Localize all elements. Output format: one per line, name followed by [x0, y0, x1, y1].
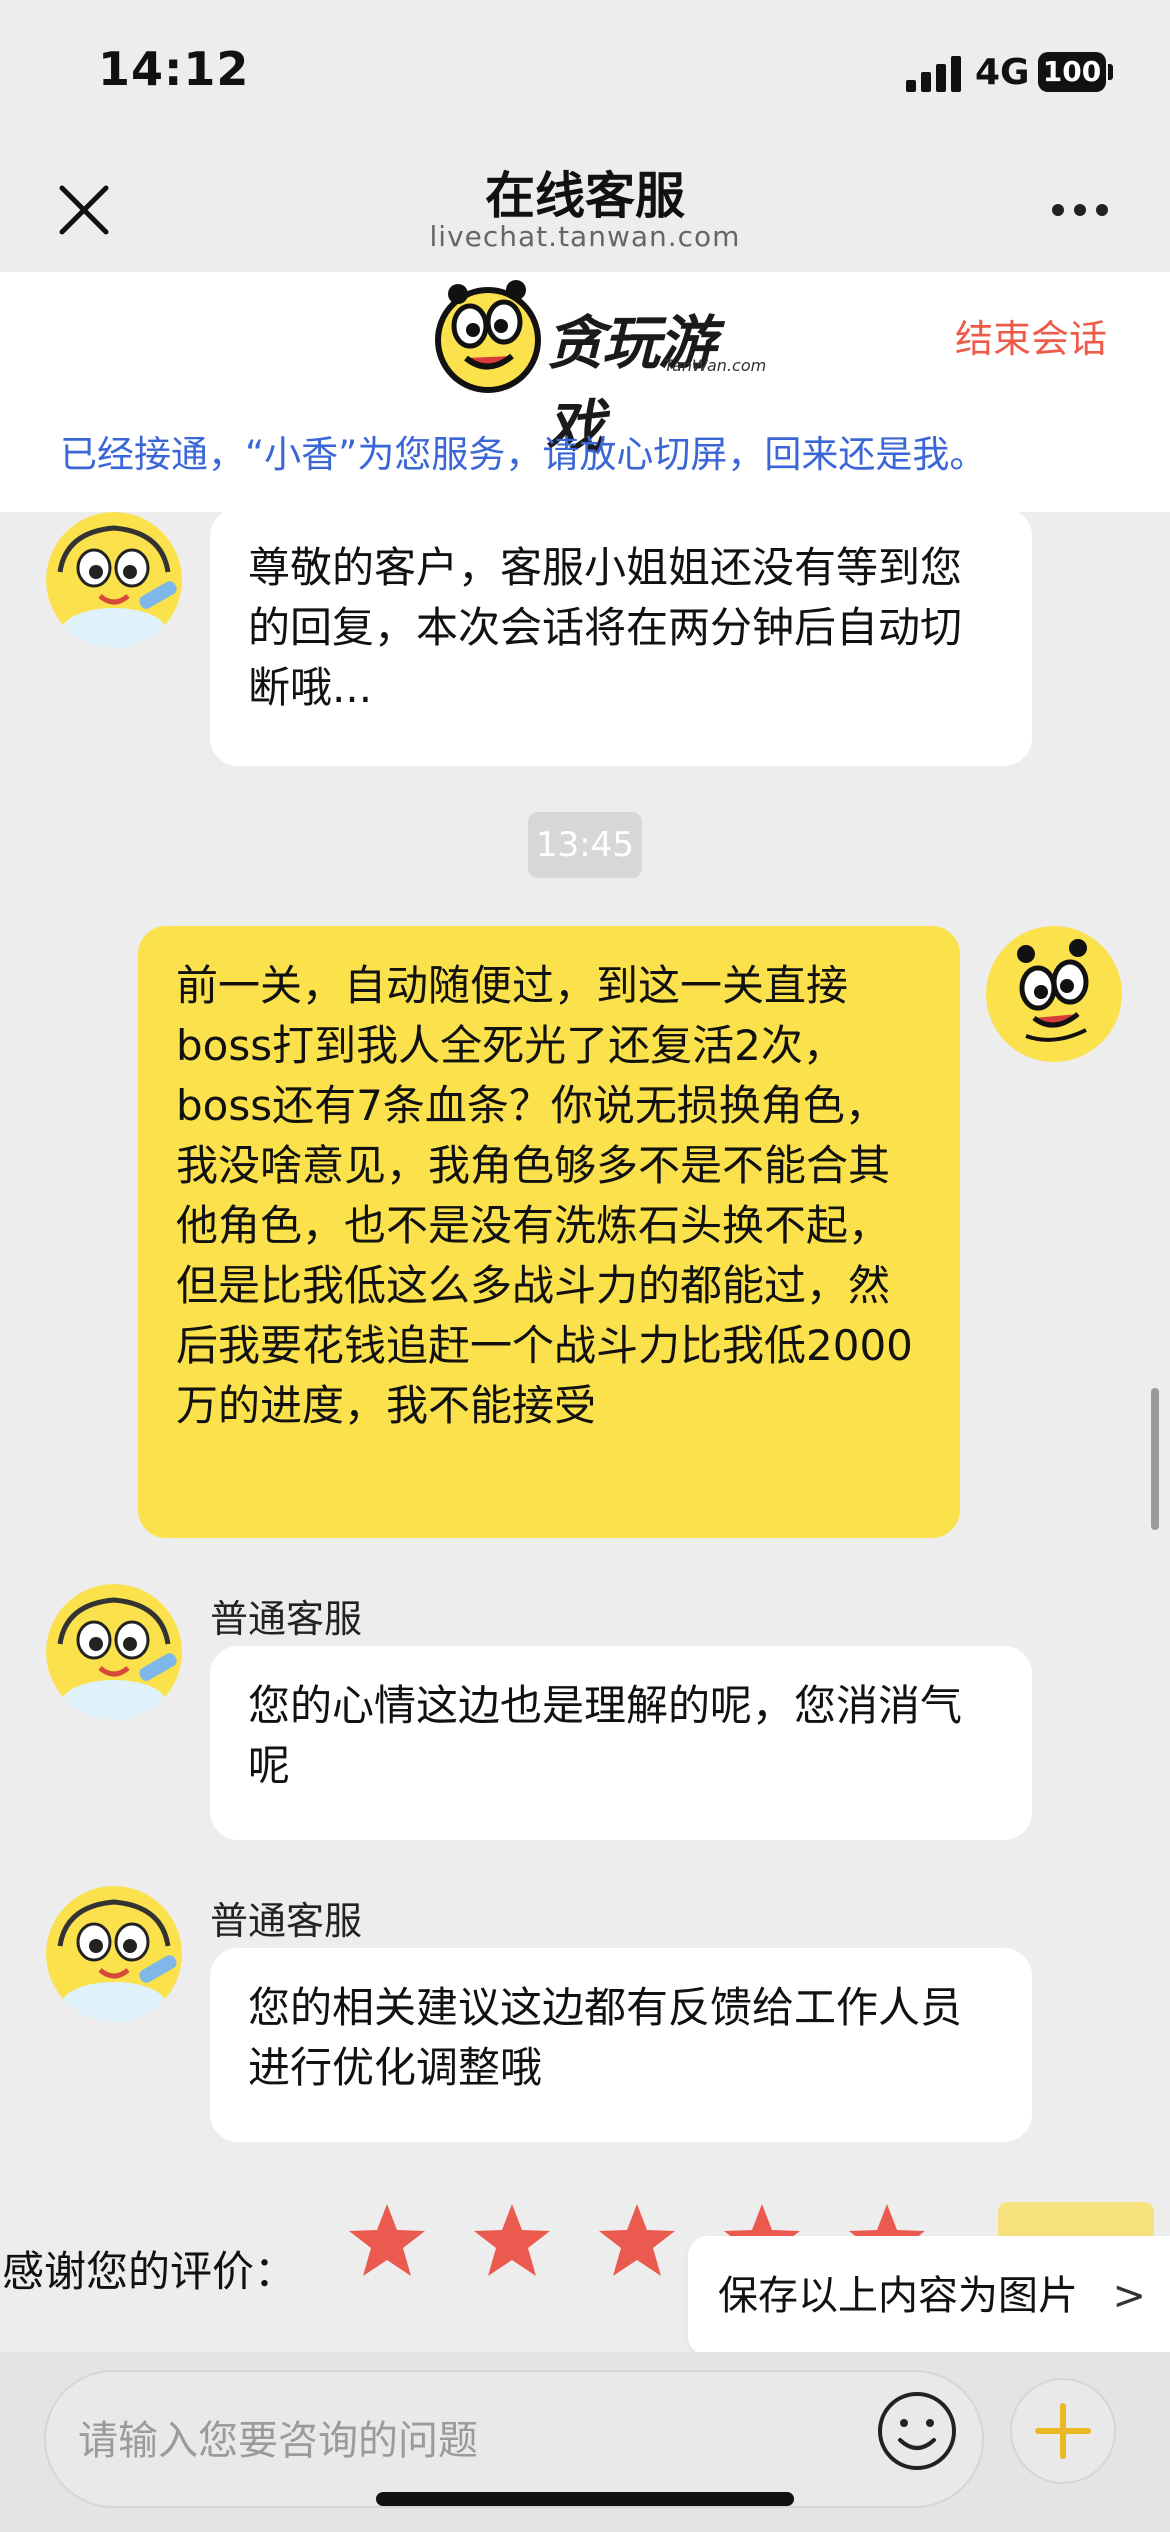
agent-avatar [46, 1886, 182, 2022]
more-options-icon[interactable] [1052, 198, 1112, 222]
end-session-button[interactable]: 结束会话 [955, 308, 1107, 363]
rating-label: 感谢您的评价： [2, 2247, 297, 2296]
emoji-icon[interactable] [876, 2390, 958, 2472]
connection-notice: 已经接通，“小香”为您服务，请放心切屏，回来还是我。 [60, 433, 987, 476]
plus-icon [1035, 2403, 1091, 2459]
battery-icon: 100 [1038, 52, 1106, 92]
message-timestamp: 13:45 [528, 812, 642, 878]
agent-avatar [46, 1584, 182, 1720]
status-time: 14:12 [98, 42, 250, 96]
agent-avatar [46, 512, 182, 648]
save-as-image-label: 保存以上内容为图片 [718, 2273, 1078, 2319]
user-message-bubble: 前一关，自动随便过，到这一关直接boss打到我人全死光了还复活2次，boss还有… [138, 926, 960, 1538]
chevron-right-icon: > [1112, 2273, 1146, 2319]
save-as-image-button[interactable]: 保存以上内容为图片 > [688, 2236, 1170, 2356]
sender-name: 普通客服 [210, 1899, 363, 1943]
agent-message-bubble: 您的相关建议这边都有反馈给工作人员进行优化调整哦 [210, 1948, 1032, 2142]
chat-header: 贪玩游戏 TanWan.com 结束会话 已经接通，“小香”为您服务，请放心切屏… [0, 272, 1170, 512]
add-attachment-button[interactable] [1010, 2378, 1116, 2484]
chat-scrollbar[interactable] [1151, 1388, 1159, 1530]
message-input[interactable] [76, 2400, 880, 2482]
cellular-signal-icon [906, 56, 964, 92]
rating-star-1-icon[interactable] [346, 2200, 428, 2282]
user-avatar [986, 926, 1122, 1062]
home-indicator [376, 2492, 794, 2506]
rating-star-2-icon[interactable] [471, 2200, 553, 2282]
message-input-container [44, 2370, 984, 2508]
page-title: 在线客服 [485, 167, 685, 225]
agent-message-bubble: 您的心情这边也是理解的呢，您消消气呢 [210, 1646, 1032, 1840]
tanwan-logo: 贪玩游戏 TanWan.com [428, 276, 766, 461]
mascot-logo-icon [435, 280, 541, 393]
logo-subtext: TanWan.com [664, 356, 767, 375]
nav-bar: 在线客服 livechat.tanwan.com [0, 140, 1170, 272]
network-type: 4G [975, 52, 1030, 93]
page-url: livechat.tanwan.com [429, 220, 741, 253]
sender-name: 普通客服 [210, 1597, 363, 1641]
battery-tip [1108, 64, 1113, 80]
status-bar: 14:12 4G 100 [0, 0, 1170, 140]
rating-star-3-icon[interactable] [596, 2200, 678, 2282]
agent-message-bubble: 尊敬的客户，客服小姐姐还没有等到您的回复，本次会话将在两分钟后自动切断哦... [210, 508, 1032, 766]
